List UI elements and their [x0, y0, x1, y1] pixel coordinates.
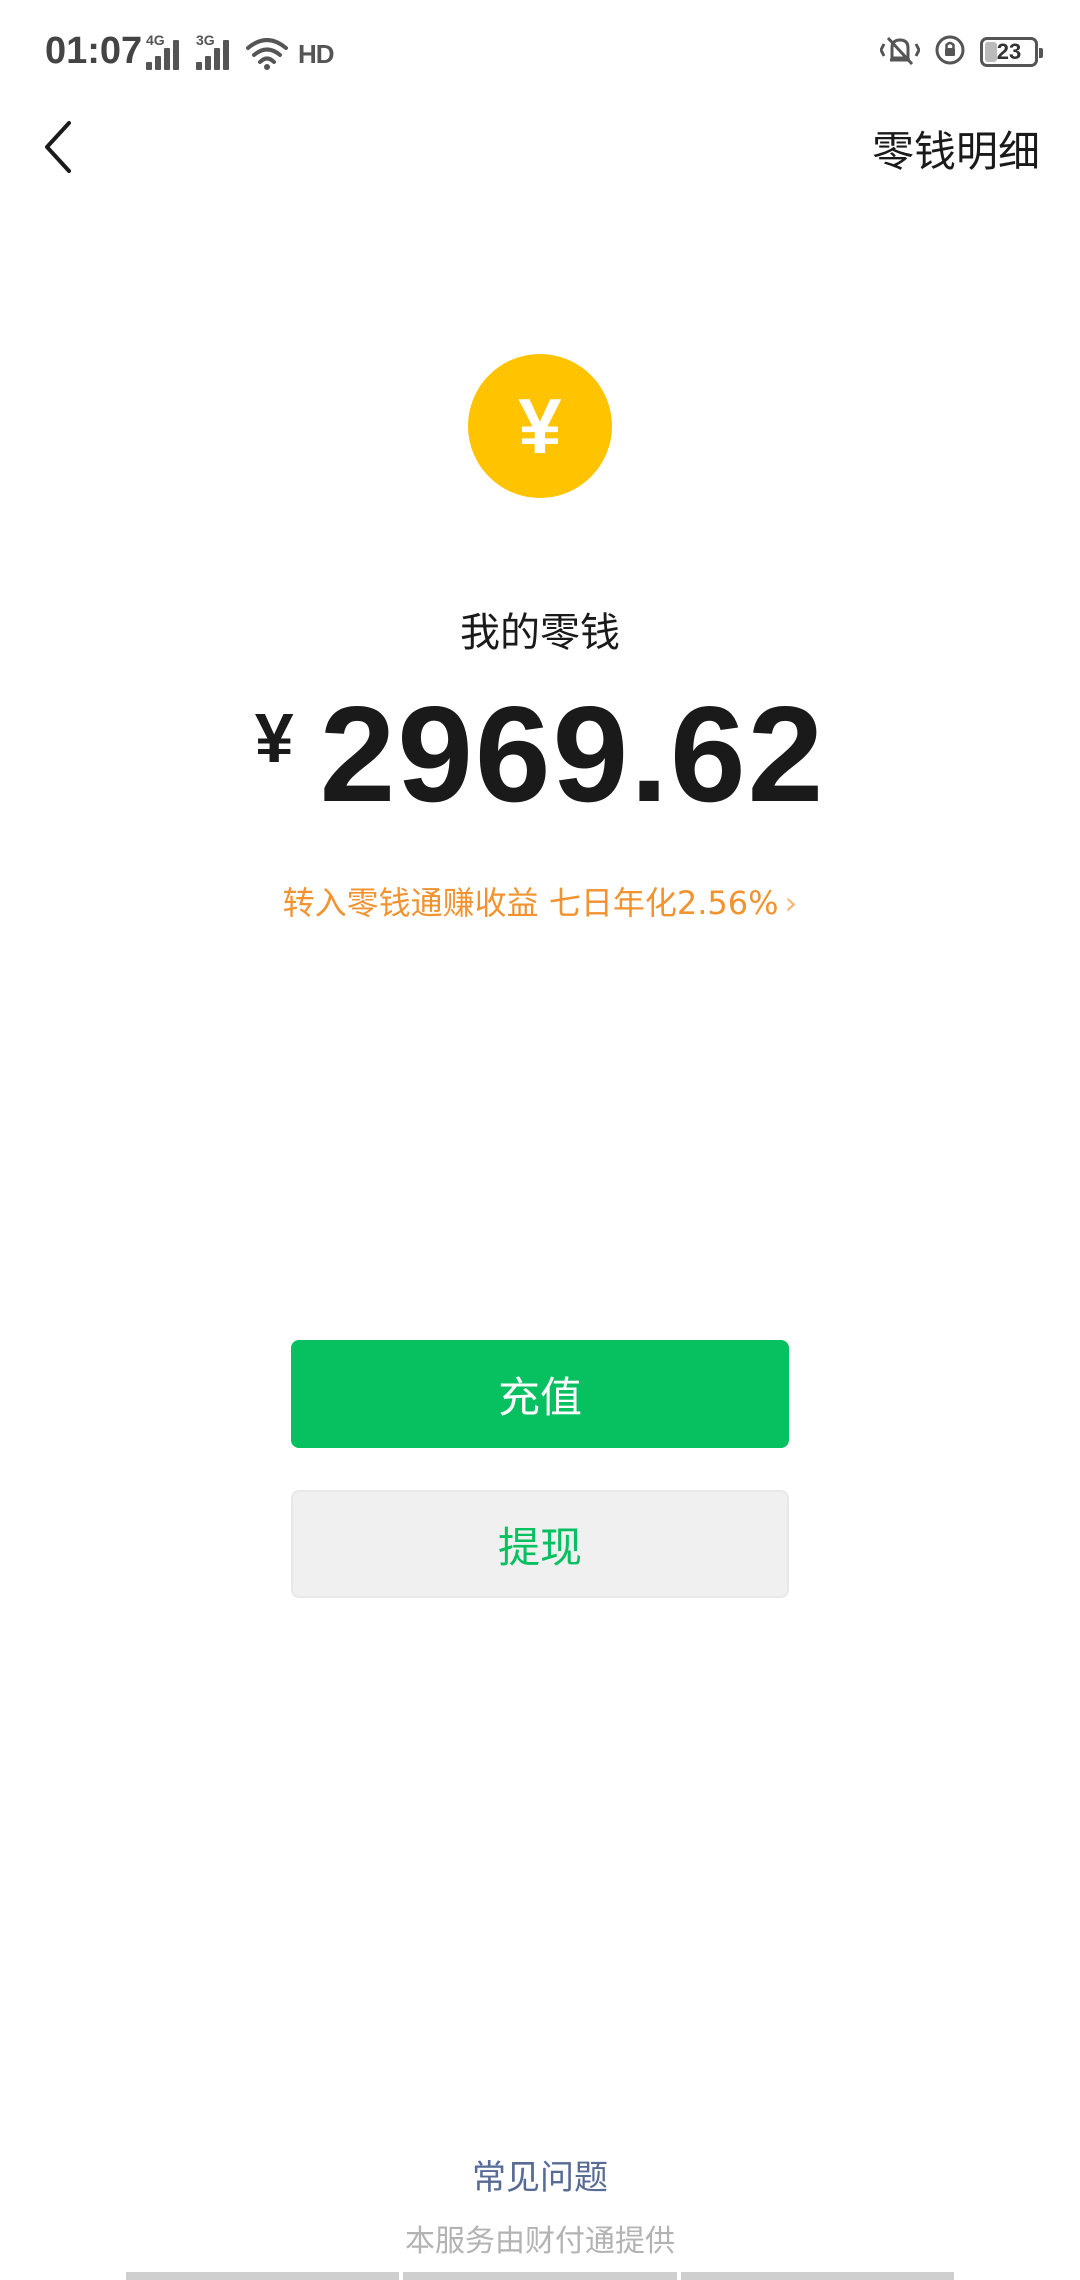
vibrate-bell-icon	[879, 34, 921, 70]
battery-icon: 23	[980, 37, 1043, 67]
faq-link[interactable]: 常见问题	[0, 2150, 1080, 2199]
currency-symbol: ¥	[254, 699, 294, 777]
hd-label: HD	[298, 39, 335, 69]
gesture-bar	[126, 2272, 954, 2280]
rotation-lock-icon	[934, 34, 966, 70]
balance-amount: ¥ 2969.62	[0, 678, 1080, 830]
yuan-icon: ¥	[518, 382, 562, 470]
battery-level: 23	[996, 39, 1022, 64]
status-left-icons: 4G 3G HD	[146, 32, 335, 70]
balance-label: 我的零钱	[460, 610, 620, 656]
gesture-bar-segment	[126, 2272, 400, 2280]
status-right-icons: 23	[879, 34, 1043, 70]
wifi-icon	[246, 38, 288, 70]
chevron-left-icon	[45, 121, 71, 173]
status-bar: 01:07 4G 3G HD 23	[0, 0, 1080, 110]
promo-link[interactable]: 转入零钱通赚收益 七日年化2.56% ›	[0, 878, 1080, 924]
change-detail-link[interactable]: 零钱明细	[872, 118, 1040, 179]
amount-value: 2969.62	[319, 678, 826, 830]
signal-4g-icon: 4G	[146, 32, 186, 70]
promo-text: 转入零钱通赚收益 七日年化2.56%	[282, 884, 779, 922]
chevron-right-icon: ›	[784, 884, 798, 922]
status-time: 01:07	[45, 30, 143, 72]
gesture-bar-segment	[680, 2272, 954, 2280]
recharge-button[interactable]: 充值	[291, 1340, 789, 1448]
withdraw-button[interactable]: 提现	[291, 1490, 789, 1598]
coin-icon: ¥	[468, 354, 612, 498]
gesture-bar-segment	[403, 2272, 677, 2280]
hd-call-icon: HD	[298, 39, 335, 70]
signal-3g-icon: 3G	[196, 32, 236, 70]
signal-4g-tag: 4G	[146, 32, 165, 48]
provider-note: 本服务由财付通提供	[405, 2224, 675, 2259]
signal-3g-tag: 3G	[196, 32, 215, 48]
back-button[interactable]	[28, 112, 88, 182]
